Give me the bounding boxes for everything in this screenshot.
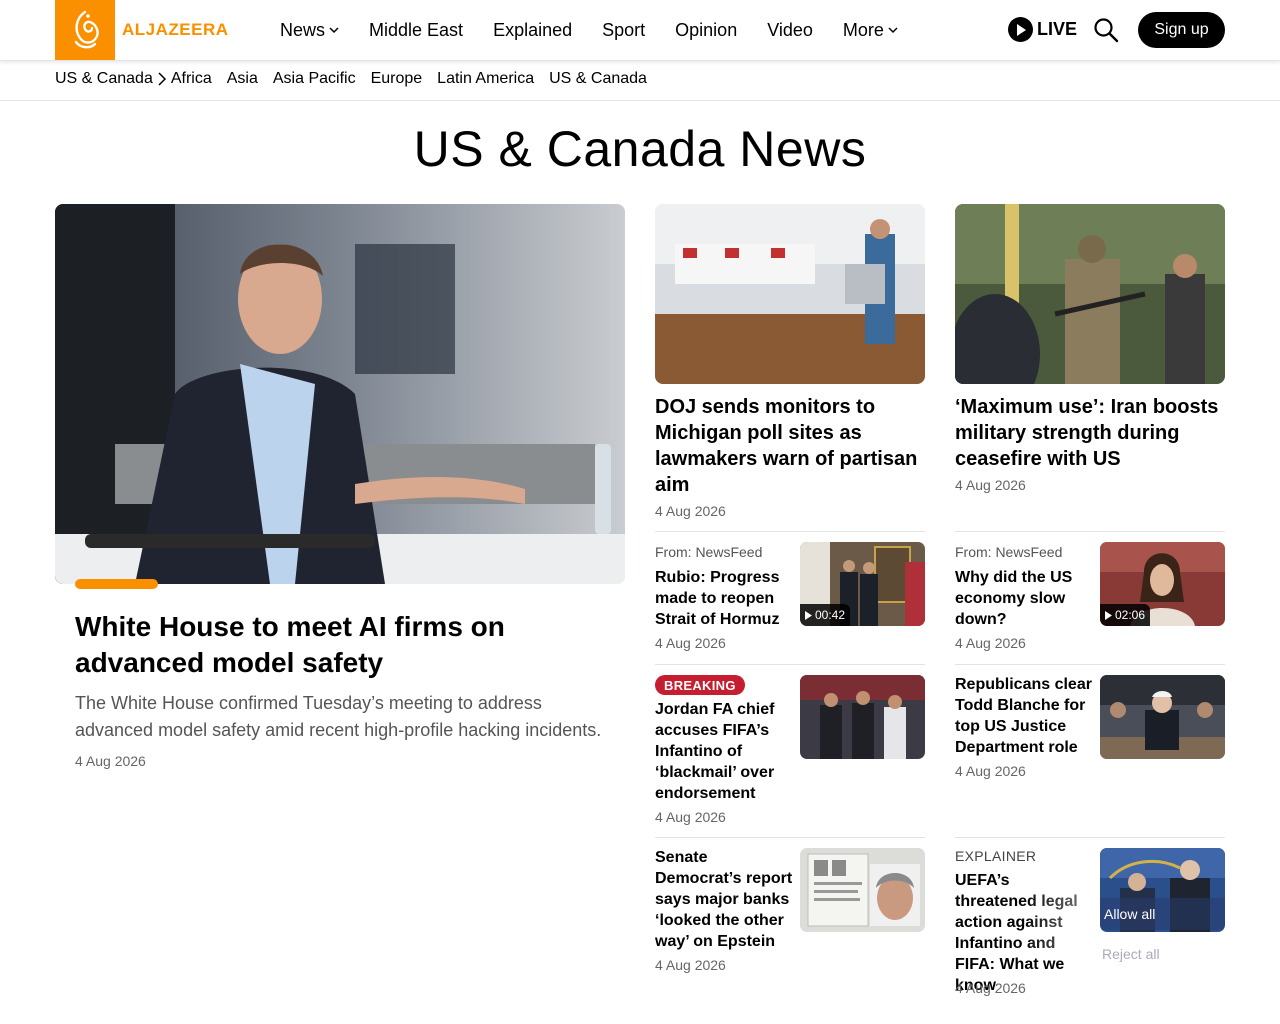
story-date: 4 Aug 2026 (955, 763, 1026, 779)
video-duration: 00:42 (815, 608, 846, 622)
page-title: US & Canada News (413, 121, 867, 177)
divider (955, 664, 1225, 665)
sign-up-button[interactable]: Sign up (1138, 12, 1225, 48)
nav-label: More (842, 19, 884, 40)
play-icon (1105, 610, 1112, 620)
story-headline[interactable]: Jordan FA chief accuses FIFA’s Infantino… (655, 699, 795, 804)
reject-all-cookies-button[interactable]: Reject all (1102, 946, 1160, 962)
divider (655, 531, 925, 532)
card-date-iran: 4 Aug 2026 (955, 477, 1026, 493)
breaking-badge: BREAKING (655, 675, 745, 695)
subnav-europe[interactable]: Europe (371, 70, 423, 88)
divider (955, 531, 1225, 532)
subnav-africa[interactable]: Africa (171, 70, 212, 88)
nav-more[interactable]: More (843, 20, 898, 41)
featured-accent-bar (75, 579, 158, 589)
subnav-asia[interactable]: Asia (227, 70, 258, 88)
nav-video[interactable]: Video (767, 20, 813, 41)
play-icon (1008, 17, 1033, 42)
nav-middle-east[interactable]: Middle East (369, 20, 463, 41)
video-duration-badge: 00:42 (800, 604, 851, 626)
current-section-label: US & Canada (55, 70, 153, 87)
video-duration: 02:06 (1115, 608, 1146, 622)
nav-label: Middle East (369, 19, 464, 40)
chevron-right-icon (158, 72, 166, 86)
nav-label: News (280, 19, 326, 40)
story-date: 4 Aug 2026 (655, 957, 726, 973)
divider (955, 837, 1225, 838)
featured-image[interactable] (55, 204, 625, 584)
story-date: 4 Aug 2026 (655, 635, 726, 651)
logo-wordmark: ALJAZEERA (122, 20, 229, 39)
story-video-thumbnail[interactable]: 02:06 (1100, 542, 1225, 626)
site-logo[interactable]: ALJAZEERA (55, 0, 229, 60)
subnav-latin-america[interactable]: Latin America (437, 70, 534, 88)
chevron-down-icon (888, 26, 898, 33)
featured-summary: The White House confirmed Tuesday’s meet… (75, 693, 602, 740)
story-source: From: NewsFeed (955, 544, 1063, 560)
region-subnav: US & Canada Africa Asia Asia Pacific Eur… (0, 62, 1280, 101)
subnav-asia-pacific[interactable]: Asia Pacific (273, 70, 356, 88)
play-icon (805, 610, 812, 620)
nav-label: Sport (602, 19, 646, 40)
story-date: 4 Aug 2026 (655, 809, 726, 825)
search-icon[interactable] (1093, 17, 1119, 43)
divider (655, 664, 925, 665)
featured-date: 4 Aug 2026 (75, 753, 146, 769)
story-thumbnail[interactable] (800, 848, 925, 932)
story-source: From: NewsFeed (655, 544, 763, 560)
story-headline[interactable]: Why did the US economy slow down? (955, 567, 1095, 630)
site-header: ALJAZEERA News Middle East Explained Spo… (0, 0, 1280, 61)
nav-label: Video (767, 19, 813, 40)
nav-opinion[interactable]: Opinion (675, 20, 737, 41)
story-headline[interactable]: Senate Democrat’s report says major bank… (655, 847, 795, 952)
nav-sport[interactable]: Sport (602, 20, 645, 41)
story-headline[interactable]: UEFA’s threatened legal action against I… (955, 870, 1095, 996)
featured-headline[interactable]: White House to meet AI firms on advanced… (75, 609, 615, 681)
video-duration-badge: 02:06 (1100, 604, 1151, 626)
card-image-iran[interactable] (955, 204, 1225, 384)
story-video-thumbnail[interactable]: 00:42 (800, 542, 925, 626)
nav-explained[interactable]: Explained (493, 20, 572, 41)
explainer-badge: EXPLAINER (955, 848, 1037, 864)
story-headline[interactable]: Rubio: Progress made to reopen Strait of… (655, 567, 795, 630)
nav-news[interactable]: News (280, 20, 339, 41)
card-image-doj[interactable] (655, 204, 925, 384)
card-date-doj: 4 Aug 2026 (655, 503, 726, 519)
story-thumbnail[interactable] (800, 675, 925, 759)
main-nav: News Middle East Explained Sport Opinion… (280, 0, 928, 60)
chevron-down-icon (329, 26, 339, 33)
current-section: US & Canada (55, 70, 167, 88)
nav-label: Opinion (675, 19, 738, 40)
card-headline-iran[interactable]: ‘Maximum use’: Iran boosts military stre… (955, 394, 1225, 472)
live-link[interactable]: LIVE (1008, 17, 1077, 42)
story-headline[interactable]: Republicans clear Todd Blanche for top U… (955, 674, 1095, 758)
live-label: LIVE (1037, 19, 1078, 39)
story-date: 4 Aug 2026 (955, 635, 1026, 651)
aljazeera-logo-icon (55, 0, 115, 60)
subnav-us-canada[interactable]: US & Canada (549, 70, 647, 88)
story-thumbnail[interactable] (1100, 675, 1225, 759)
nav-label: Explained (493, 19, 573, 40)
divider (655, 837, 925, 838)
story-date: 4 Aug 2026 (955, 980, 1026, 996)
card-headline-doj[interactable]: DOJ sends monitors to Michigan poll site… (655, 394, 925, 498)
allow-all-cookies-button[interactable]: Allow all (1100, 898, 1225, 930)
